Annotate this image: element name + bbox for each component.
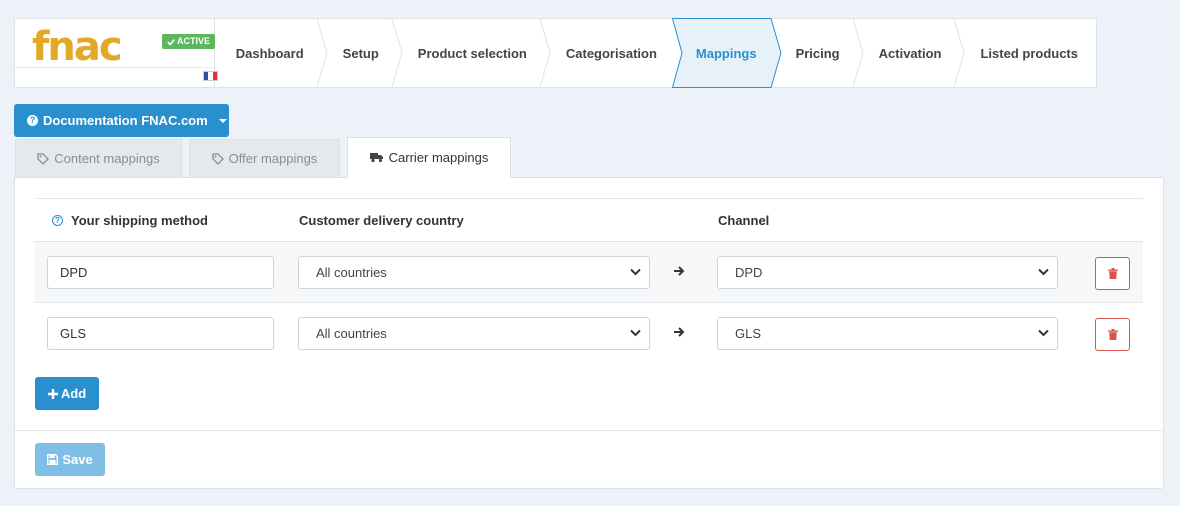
header-label: Channel xyxy=(718,213,770,228)
caret-down-icon xyxy=(218,118,227,123)
header-label: Customer delivery country xyxy=(299,213,464,228)
status-badge-label: ACTIVE xyxy=(177,36,211,46)
step-label: Product selection xyxy=(417,45,527,61)
chevron-separator-icon xyxy=(954,19,966,87)
truck-icon xyxy=(369,153,383,163)
step-label: Dashboard xyxy=(235,45,304,61)
select-value: All countries xyxy=(316,326,387,341)
step-label: Categorisation xyxy=(565,45,657,61)
wizard-steps: Dashboard Setup Product selection Catego… xyxy=(215,18,1096,88)
add-mapping-button[interactable]: Add xyxy=(35,377,99,410)
table-header: ? Your shipping method Customer delivery… xyxy=(35,198,1143,242)
question-circle-icon[interactable]: ? xyxy=(52,215,63,226)
step-mappings[interactable]: Mappings xyxy=(671,18,782,88)
table-row: All countries GLS xyxy=(35,302,1143,362)
add-label: Add xyxy=(60,386,87,401)
step-listed-products[interactable]: Listed products xyxy=(959,19,1096,87)
chevron-down-icon xyxy=(630,329,641,337)
tags-icon xyxy=(212,152,224,165)
step-label: Setup xyxy=(342,45,379,61)
chevron-separator-icon xyxy=(539,19,551,87)
chevron-down-icon xyxy=(1038,268,1049,276)
delete-row-button[interactable] xyxy=(1095,257,1130,290)
channel-select[interactable]: GLS xyxy=(717,317,1058,350)
tags-icon xyxy=(37,152,50,165)
shipping-method-input[interactable] xyxy=(47,317,274,350)
step-dashboard[interactable]: Dashboard xyxy=(215,19,328,87)
step-label: Listed products xyxy=(980,45,1078,61)
step-activation[interactable]: Activation xyxy=(858,19,966,87)
panel-footer-divider xyxy=(15,430,1163,431)
header-bar: fnac ACTIVE Dashboard Setup Product sele… xyxy=(14,18,1097,88)
trash-icon xyxy=(1107,268,1118,279)
step-pricing[interactable]: Pricing xyxy=(775,19,864,87)
trash-icon xyxy=(1107,329,1118,340)
step-label: Pricing xyxy=(795,45,840,61)
table-row: All countries DPD xyxy=(35,242,1143,302)
floppy-disk-icon xyxy=(47,454,59,465)
header-channel: Channel xyxy=(718,213,769,228)
step-label: Mappings xyxy=(695,45,757,61)
country-select[interactable]: All countries xyxy=(298,317,650,350)
documentation-dropdown-button[interactable]: ? Documentation FNAC.com xyxy=(14,104,229,137)
chevron-down-icon xyxy=(630,268,641,276)
brand-block: fnac ACTIVE xyxy=(15,19,218,87)
step-label: Activation xyxy=(878,45,942,61)
arrow-right-icon xyxy=(674,327,685,337)
chevron-separator-icon xyxy=(391,19,403,87)
documentation-label: Documentation FNAC.com xyxy=(43,113,208,128)
channel-select[interactable]: DPD xyxy=(717,256,1058,289)
select-value: DPD xyxy=(735,265,763,280)
tab-offer-mappings[interactable]: Offer mappings xyxy=(189,139,340,177)
shipping-method-input[interactable] xyxy=(47,256,274,289)
plus-icon xyxy=(47,388,58,399)
carrier-mappings-panel: ? Your shipping method Customer delivery… xyxy=(14,177,1164,489)
step-categorisation[interactable]: Categorisation xyxy=(545,19,675,87)
tab-content-mappings[interactable]: Content mappings xyxy=(15,139,182,177)
tab-label: Carrier mappings xyxy=(388,150,489,165)
tab-carrier-mappings[interactable]: Carrier mappings xyxy=(347,137,511,178)
save-button[interactable]: Save xyxy=(35,443,105,476)
brand-divider xyxy=(15,67,214,68)
arrow-right-icon xyxy=(674,266,685,276)
step-product-selection[interactable]: Product selection xyxy=(397,19,551,87)
chevron-down-icon xyxy=(1038,329,1049,337)
tab-label: Content mappings xyxy=(54,151,160,166)
country-select[interactable]: All countries xyxy=(298,256,650,289)
fnac-logo: fnac xyxy=(32,24,123,70)
question-circle-icon: ? xyxy=(27,115,38,126)
status-badge: ACTIVE xyxy=(162,34,216,49)
check-icon xyxy=(167,38,175,46)
header-delivery-country: Customer delivery country xyxy=(299,213,464,228)
save-label: Save xyxy=(62,452,93,467)
delete-row-button[interactable] xyxy=(1095,318,1130,351)
select-value: All countries xyxy=(316,265,387,280)
select-value: GLS xyxy=(735,326,762,341)
chevron-separator-icon xyxy=(852,19,864,87)
header-shipping-method: ? Your shipping method xyxy=(52,213,208,228)
header-label: Your shipping method xyxy=(71,213,208,228)
tab-label: Offer mappings xyxy=(228,151,318,166)
step-setup[interactable]: Setup xyxy=(322,19,403,87)
chevron-separator-icon xyxy=(316,19,328,87)
